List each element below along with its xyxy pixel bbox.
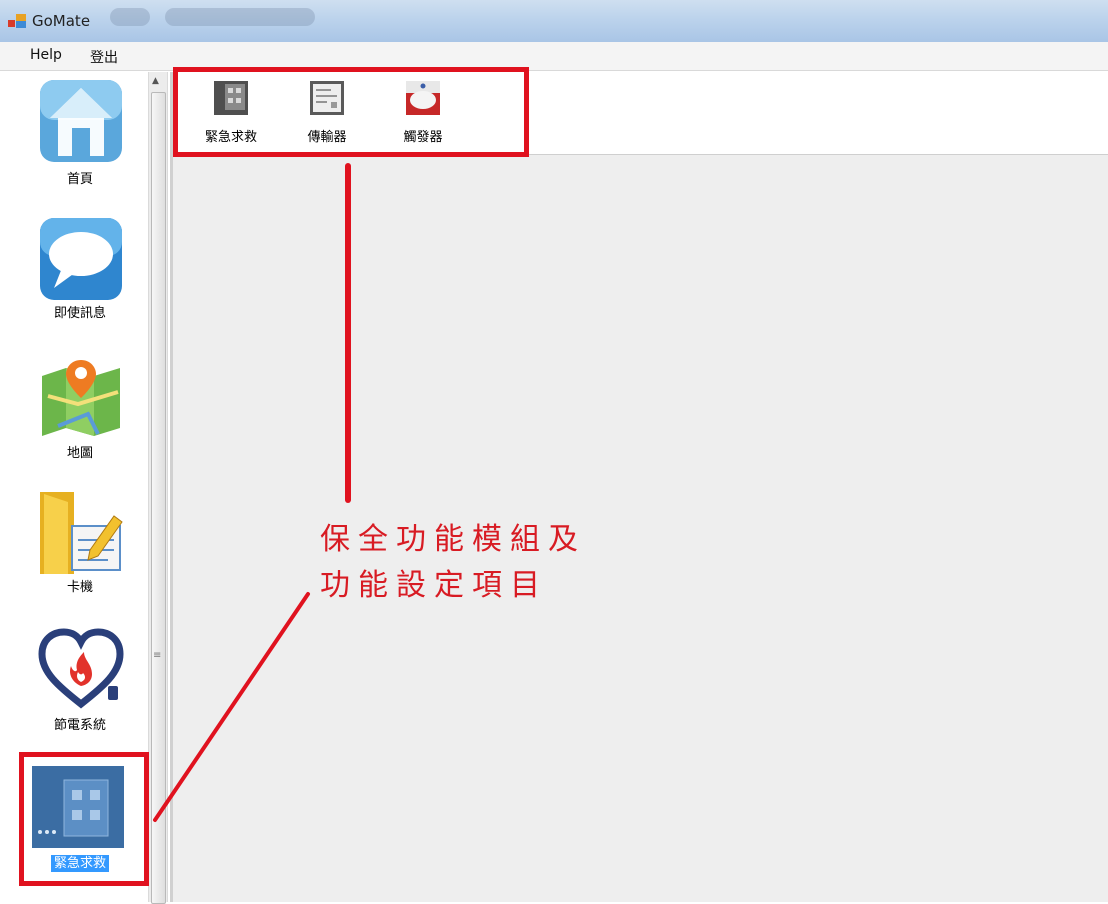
sidebar-item-label: 首頁: [66, 172, 93, 187]
app-window-icon: [8, 14, 26, 28]
sidebar-item-label: 卡機: [66, 580, 93, 595]
scroll-grip-icon: ≡: [153, 650, 162, 661]
annotation-highlight-emergency: [19, 752, 149, 886]
annotation-highlight-toolbar: [173, 67, 529, 157]
sidebar-item-card-machine[interactable]: 卡機: [0, 490, 148, 610]
sidebar-item-label: 即使訊息: [53, 306, 106, 321]
window-title: GoMate: [32, 12, 91, 30]
sidebar-item-label: 地圖: [66, 446, 93, 461]
chat-bubble-icon: [40, 218, 122, 300]
annotation-text-line-1: 保全功能模組及: [320, 522, 586, 557]
sidebar-item-instant-message[interactable]: 即使訊息: [0, 216, 148, 336]
sidebar-item-map[interactable]: 地圖: [0, 356, 148, 476]
map-icon: [42, 360, 120, 436]
scroll-up-arrow-icon[interactable]: ▲: [152, 76, 159, 86]
door-card-icon: [40, 492, 123, 574]
blurred-title-fragment: [165, 8, 315, 26]
menu-logout[interactable]: 登出: [90, 47, 118, 67]
home-icon: [40, 80, 122, 162]
blurred-title-fragment: [110, 8, 150, 26]
menu-help[interactable]: Help: [30, 47, 62, 63]
sidebar-item-power-saving[interactable]: 節電系統: [0, 626, 148, 746]
annotation-text-line-2: 功能設定項目: [320, 568, 548, 603]
sidebar-scrollbar[interactable]: ▲ ≡: [148, 72, 168, 904]
scroll-thumb[interactable]: [151, 92, 166, 904]
heart-flame-plug-icon: [38, 628, 124, 709]
sidebar-item-label: 節電系統: [53, 718, 106, 733]
sidebar-item-home[interactable]: 首頁: [0, 78, 148, 198]
menu-bar: Help 登出: [0, 42, 1108, 71]
title-bar: GoMate: [0, 0, 1108, 42]
